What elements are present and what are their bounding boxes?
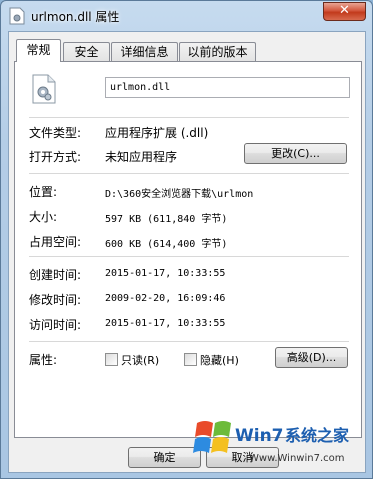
svg-text:Win7: Win7 (235, 426, 284, 446)
change-button[interactable]: 更改(C)... (244, 143, 347, 164)
svg-text:系统之家: 系统之家 (285, 426, 350, 445)
divider (29, 341, 349, 342)
file-type-label: 文件类型: (29, 126, 82, 140)
size-value: 597 KB (611,840 字节) (105, 214, 228, 225)
hidden-checkbox[interactable] (184, 353, 197, 366)
divider (29, 117, 349, 118)
properties-window: urlmon.dll 属性 ✕ 常规 安全 详细信息 以前的版本 urlmon.… (0, 0, 373, 479)
dialog-client: 常规 安全 详细信息 以前的版本 urlmon.dll 文件类型: 应用程序扩展… (8, 31, 366, 473)
dll-file-icon (9, 7, 25, 25)
size-on-disk-label: 占用空间: (29, 235, 82, 249)
svg-text:Www.Winwin7.com: Www.Winwin7.com (249, 453, 344, 464)
created-label: 创建时间: (29, 268, 82, 282)
location-label: 位置: (29, 185, 58, 199)
advanced-button[interactable]: 高级(D)... (275, 347, 348, 368)
window-title: urlmon.dll 属性 (31, 10, 120, 24)
file-type-value: 应用程序扩展 (.dll) (105, 126, 209, 140)
general-panel: urlmon.dll 文件类型: 应用程序扩展 (.dll) 打开方式: 未知应… (14, 61, 362, 438)
accessed-value: 2015-01-17, 10:33:55 (105, 318, 226, 329)
divider (29, 256, 349, 257)
divider (29, 173, 349, 174)
dll-file-icon (32, 74, 56, 104)
readonly-checkbox[interactable] (105, 353, 118, 366)
tab-strip: 常规 安全 详细信息 以前的版本 (14, 39, 364, 62)
accessed-label: 访问时间: (29, 318, 82, 332)
readonly-label[interactable]: 只读(R) (121, 352, 159, 368)
location-value: D:\360安全浏览器下载\urlmon (105, 189, 254, 200)
tab-previous-versions[interactable]: 以前的版本 (179, 42, 256, 61)
win7-watermark-logo: Win7 系统之家 Www.Winwin7.com (193, 421, 350, 464)
file-name-field[interactable]: urlmon.dll (105, 77, 350, 98)
tab-general[interactable]: 常规 (16, 39, 61, 62)
modified-value: 2009-02-20, 16:09:46 (105, 293, 226, 304)
size-label: 大小: (29, 210, 58, 224)
title-bar[interactable]: urlmon.dll 属性 ✕ (1, 1, 372, 31)
hidden-label[interactable]: 隐藏(H) (200, 352, 239, 368)
open-with-value: 未知应用程序 (105, 150, 178, 164)
attributes-label: 属性: (29, 353, 58, 367)
close-button[interactable]: ✕ (323, 2, 366, 21)
tab-security[interactable]: 安全 (63, 42, 110, 61)
tab-details[interactable]: 详细信息 (111, 42, 178, 61)
modified-label: 修改时间: (29, 293, 82, 307)
open-with-label: 打开方式: (29, 150, 82, 164)
size-on-disk-value: 600 KB (614,400 字节) (105, 239, 228, 250)
created-value: 2015-01-17, 10:33:55 (105, 268, 226, 279)
